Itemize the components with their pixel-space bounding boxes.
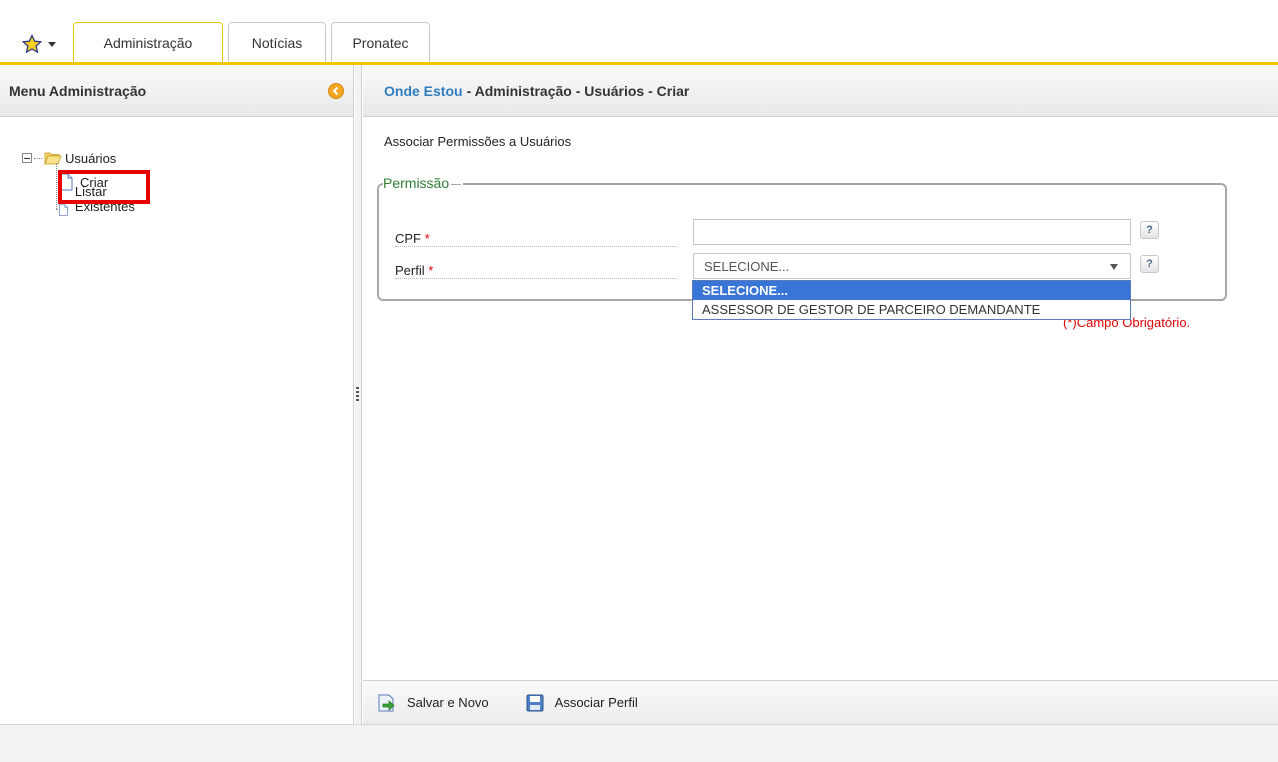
arrow-left-icon bbox=[332, 86, 339, 95]
perfil-dropdown-list[interactable]: SELECIONE... ASSESSOR DE GESTOR DE PARCE… bbox=[692, 280, 1131, 320]
left-panel-title: Menu Administração bbox=[9, 82, 147, 99]
page-subtitle: Associar Permissões a Usuários bbox=[384, 134, 572, 149]
associate-profile-button[interactable]: Associar Perfil bbox=[525, 693, 638, 713]
tree-item-label: Listar Existentes bbox=[74, 184, 135, 214]
splitter-grip-icon bbox=[356, 387, 359, 401]
chevron-down-icon bbox=[48, 41, 56, 47]
footer-bar bbox=[0, 724, 1278, 762]
action-toolbar: Salvar e Novo Associar Perfil bbox=[363, 680, 1278, 724]
perfil-help-button[interactable]: ? bbox=[1140, 255, 1159, 273]
cpf-help-button[interactable]: ? bbox=[1140, 221, 1159, 239]
cpf-label: CPF * bbox=[395, 225, 677, 247]
floppy-disk-icon bbox=[526, 694, 544, 711]
dropdown-option-assessor[interactable]: ASSESSOR DE GESTOR DE PARCEIRO DEMANDANT… bbox=[693, 300, 1130, 319]
save-new-label: Salvar e Novo bbox=[407, 695, 489, 710]
perfil-select[interactable]: SELECIONE... bbox=[693, 253, 1131, 279]
folder-open-icon bbox=[44, 152, 62, 165]
tab-administracao[interactable]: Administração bbox=[73, 22, 223, 63]
document-icon bbox=[59, 173, 73, 191]
tab-noticias[interactable]: Notícias bbox=[228, 22, 326, 63]
document-icon bbox=[59, 204, 68, 216]
perfil-select-value: SELECIONE... bbox=[704, 258, 790, 274]
breadcrumb: - Administração - Usuários - Criar bbox=[466, 82, 690, 99]
save-new-button[interactable]: Salvar e Novo bbox=[377, 693, 489, 713]
left-menu-panel: Menu Administração Usuários Criar Listar… bbox=[0, 65, 354, 724]
top-tab-bar: Administração Notícias Pronatec bbox=[0, 0, 1278, 65]
fieldset-legend: Permissão bbox=[383, 175, 464, 191]
save-new-icon bbox=[378, 694, 395, 711]
tree-node-usuarios[interactable]: Usuários bbox=[22, 149, 116, 167]
main-content-panel: Onde Estou - Administração - Usuários - … bbox=[363, 65, 1278, 724]
collapse-panel-button[interactable] bbox=[328, 82, 344, 99]
perfil-label: Perfil * bbox=[395, 257, 677, 279]
main-panel-header: Onde Estou - Administração - Usuários - … bbox=[363, 65, 1278, 117]
tab-pronatec[interactable]: Pronatec bbox=[331, 22, 430, 63]
tree-collapse-toggle[interactable] bbox=[22, 153, 32, 163]
associate-profile-label: Associar Perfil bbox=[554, 695, 638, 710]
tree-item-listar-existentes[interactable]: Listar Existentes bbox=[58, 184, 140, 219]
star-icon bbox=[22, 34, 42, 54]
panel-splitter[interactable] bbox=[355, 65, 362, 724]
favorites-menu-button[interactable] bbox=[22, 32, 70, 56]
menu-tree: Usuários Criar Listar Existentes bbox=[22, 149, 135, 216]
breadcrumb-link[interactable]: Onde Estou bbox=[384, 83, 463, 99]
cpf-input[interactable] bbox=[693, 219, 1131, 245]
chevron-down-icon bbox=[1110, 264, 1118, 270]
dropdown-option-selecione[interactable]: SELECIONE... bbox=[693, 281, 1130, 300]
tree-node-label: Usuários bbox=[65, 150, 117, 166]
left-panel-header: Menu Administração bbox=[0, 65, 353, 117]
